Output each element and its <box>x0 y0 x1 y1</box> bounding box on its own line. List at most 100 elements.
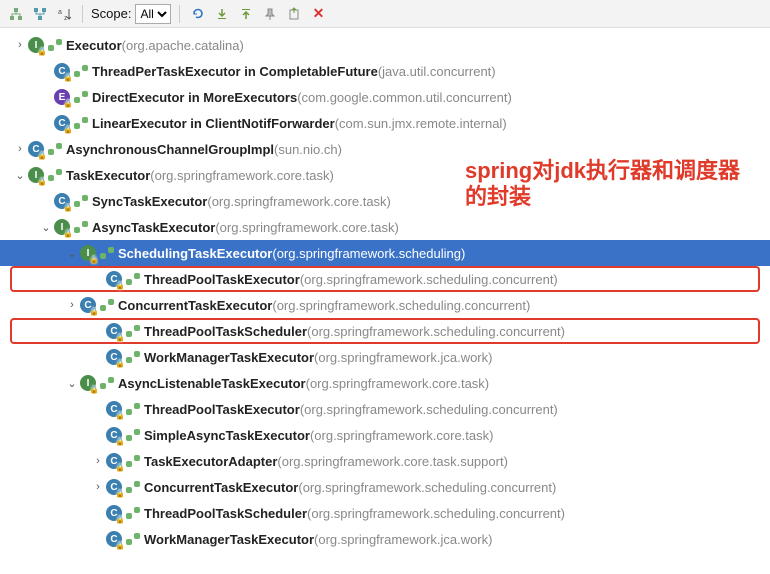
tree-row[interactable]: ›C🔒ConcurrentTaskExecutor (org.springfra… <box>0 474 770 500</box>
lock-icon: 🔒 <box>115 541 125 550</box>
node-package: (org.springframework.scheduling.concurre… <box>300 272 558 287</box>
chevron-right-icon[interactable]: › <box>64 297 80 313</box>
chevron-right-icon[interactable]: › <box>90 479 106 495</box>
implements-icon <box>126 325 140 337</box>
tree-row[interactable]: ·C🔒LinearExecutor in ClientNotifForwarde… <box>0 110 770 136</box>
hierarchy-super-icon[interactable] <box>30 4 50 24</box>
class-icon: C🔒 <box>28 141 44 157</box>
node-package: (org.springframework.scheduling) <box>272 246 465 261</box>
export-icon[interactable] <box>284 4 304 24</box>
implements-icon <box>126 455 140 467</box>
interface-icon: I🔒 <box>80 375 96 391</box>
refresh-icon[interactable] <box>188 4 208 24</box>
pin-icon[interactable] <box>260 4 280 24</box>
node-name: AsyncListenableTaskExecutor <box>118 376 306 391</box>
tree-row[interactable]: ›I🔒Executor (org.apache.catalina) <box>0 32 770 58</box>
tree-row[interactable]: ·C🔒ThreadPoolTaskScheduler (org.springfr… <box>0 500 770 526</box>
node-package: (org.springframework.core.task.support) <box>277 454 507 469</box>
node-package: (org.springframework.core.task) <box>310 428 494 443</box>
class-icon: C🔒 <box>106 453 122 469</box>
toolbar-separator <box>179 5 180 23</box>
class-icon: C🔒 <box>80 297 96 313</box>
tree-row[interactable]: ·C🔒SimpleAsyncTaskExecutor (org.springfr… <box>0 422 770 448</box>
node-name: ConcurrentTaskExecutor <box>118 298 272 313</box>
chevron-right-icon[interactable]: › <box>12 141 28 157</box>
tree-row[interactable]: ·C🔒WorkManagerTaskExecutor (org.springfr… <box>0 344 770 370</box>
hierarchy-tree: ›I🔒Executor (org.apache.catalina)·C🔒Thre… <box>0 28 770 556</box>
implements-icon <box>74 195 88 207</box>
chevron-down-icon[interactable]: ⌄ <box>38 219 54 235</box>
tree-row[interactable]: ⌄I🔒TaskExecutor (org.springframework.cor… <box>0 162 770 188</box>
implements-icon <box>100 377 114 389</box>
lock-icon: 🔒 <box>63 73 73 82</box>
svg-text:a: a <box>58 9 62 16</box>
class-icon: C🔒 <box>106 427 122 443</box>
toolbar-separator <box>82 5 83 23</box>
implements-icon <box>126 533 140 545</box>
tree-row[interactable]: ·E🔒DirectExecutor in MoreExecutors (com.… <box>0 84 770 110</box>
lock-icon: 🔒 <box>115 333 125 342</box>
node-name: SchedulingTaskExecutor <box>118 246 272 261</box>
tree-row[interactable]: ·C🔒ThreadPoolTaskExecutor (org.springfra… <box>10 266 760 292</box>
tree-row[interactable]: ›C🔒AsynchronousChannelGroupImpl (sun.nio… <box>0 136 770 162</box>
class-icon: C🔒 <box>106 401 122 417</box>
node-name: AsyncTaskExecutor <box>92 220 215 235</box>
scope-select[interactable]: All <box>135 4 171 24</box>
lock-icon: 🔒 <box>115 489 125 498</box>
sort-alpha-icon[interactable]: az <box>54 4 74 24</box>
tree-row[interactable]: ⌄I🔒AsyncTaskExecutor (org.springframewor… <box>0 214 770 240</box>
implements-icon <box>126 403 140 415</box>
lock-icon: 🔒 <box>115 411 125 420</box>
chevron-right-icon[interactable]: › <box>90 453 106 469</box>
node-name: WorkManagerTaskExecutor <box>144 350 314 365</box>
node-package: (org.springframework.scheduling.concurre… <box>307 324 565 339</box>
lock-icon: 🔒 <box>37 47 47 56</box>
tree-row[interactable]: ·C🔒ThreadPerTaskExecutor in CompletableF… <box>0 58 770 84</box>
class-icon: C🔒 <box>106 323 122 339</box>
toolbar: az Scope: All ✕ <box>0 0 770 28</box>
lock-icon: 🔒 <box>63 203 73 212</box>
enum-icon: E🔒 <box>54 89 70 105</box>
node-name: LinearExecutor in ClientNotifForwarder <box>92 116 335 131</box>
implements-icon <box>48 143 62 155</box>
tree-row[interactable]: ⌄I🔒AsyncListenableTaskExecutor (org.spri… <box>0 370 770 396</box>
lock-icon: 🔒 <box>63 229 73 238</box>
implements-icon <box>126 351 140 363</box>
node-package: (org.springframework.jca.work) <box>314 532 492 547</box>
tree-row[interactable]: ›C🔒ConcurrentTaskExecutor (org.springfra… <box>0 292 770 318</box>
node-package: (java.util.concurrent) <box>378 64 496 79</box>
chevron-right-icon[interactable]: › <box>12 37 28 53</box>
implements-icon <box>100 299 114 311</box>
chevron-down-icon[interactable]: ⌄ <box>64 245 80 261</box>
lock-icon: 🔒 <box>115 359 125 368</box>
node-package: (org.springframework.scheduling.concurre… <box>300 402 558 417</box>
node-name: SimpleAsyncTaskExecutor <box>144 428 310 443</box>
tree-row[interactable]: ·C🔒SyncTaskExecutor (org.springframework… <box>0 188 770 214</box>
class-icon: C🔒 <box>106 271 122 287</box>
hierarchy-class-icon[interactable] <box>6 4 26 24</box>
node-name: AsynchronousChannelGroupImpl <box>66 142 274 157</box>
node-name: ThreadPoolTaskExecutor <box>144 402 300 417</box>
tree-row[interactable]: ›C🔒 TaskExecutorAdapter (org.springframew… <box>0 448 770 474</box>
chevron-down-icon[interactable]: ⌄ <box>64 375 80 391</box>
node-name: DirectExecutor in MoreExecutors <box>92 90 297 105</box>
close-icon[interactable]: ✕ <box>308 4 328 24</box>
implements-icon <box>74 117 88 129</box>
tree-row[interactable]: ⌄I🔒SchedulingTaskExecutor (org.springfra… <box>0 240 770 266</box>
scope-label: Scope: <box>91 6 131 21</box>
tree-row[interactable]: ·C🔒ThreadPoolTaskExecutor (org.springfra… <box>0 396 770 422</box>
node-name: ThreadPoolTaskScheduler <box>144 506 307 521</box>
lock-icon: 🔒 <box>63 99 73 108</box>
lock-icon: 🔒 <box>63 125 73 134</box>
tree-row[interactable]: ·C🔒ThreadPoolTaskScheduler (org.springfr… <box>10 318 760 344</box>
autoscroll-icon[interactable] <box>212 4 232 24</box>
implements-icon <box>126 429 140 441</box>
tree-row[interactable]: ·C🔒WorkManagerTaskExecutor (org.springfr… <box>0 526 770 552</box>
implements-icon <box>74 65 88 77</box>
node-name: WorkManagerTaskExecutor <box>144 532 314 547</box>
expand-all-icon[interactable] <box>236 4 256 24</box>
node-name: TaskExecutorAdapter <box>144 454 277 469</box>
chevron-down-icon[interactable]: ⌄ <box>12 167 28 183</box>
lock-icon: 🔒 <box>115 463 125 472</box>
node-name: ThreadPoolTaskExecutor <box>144 272 300 287</box>
